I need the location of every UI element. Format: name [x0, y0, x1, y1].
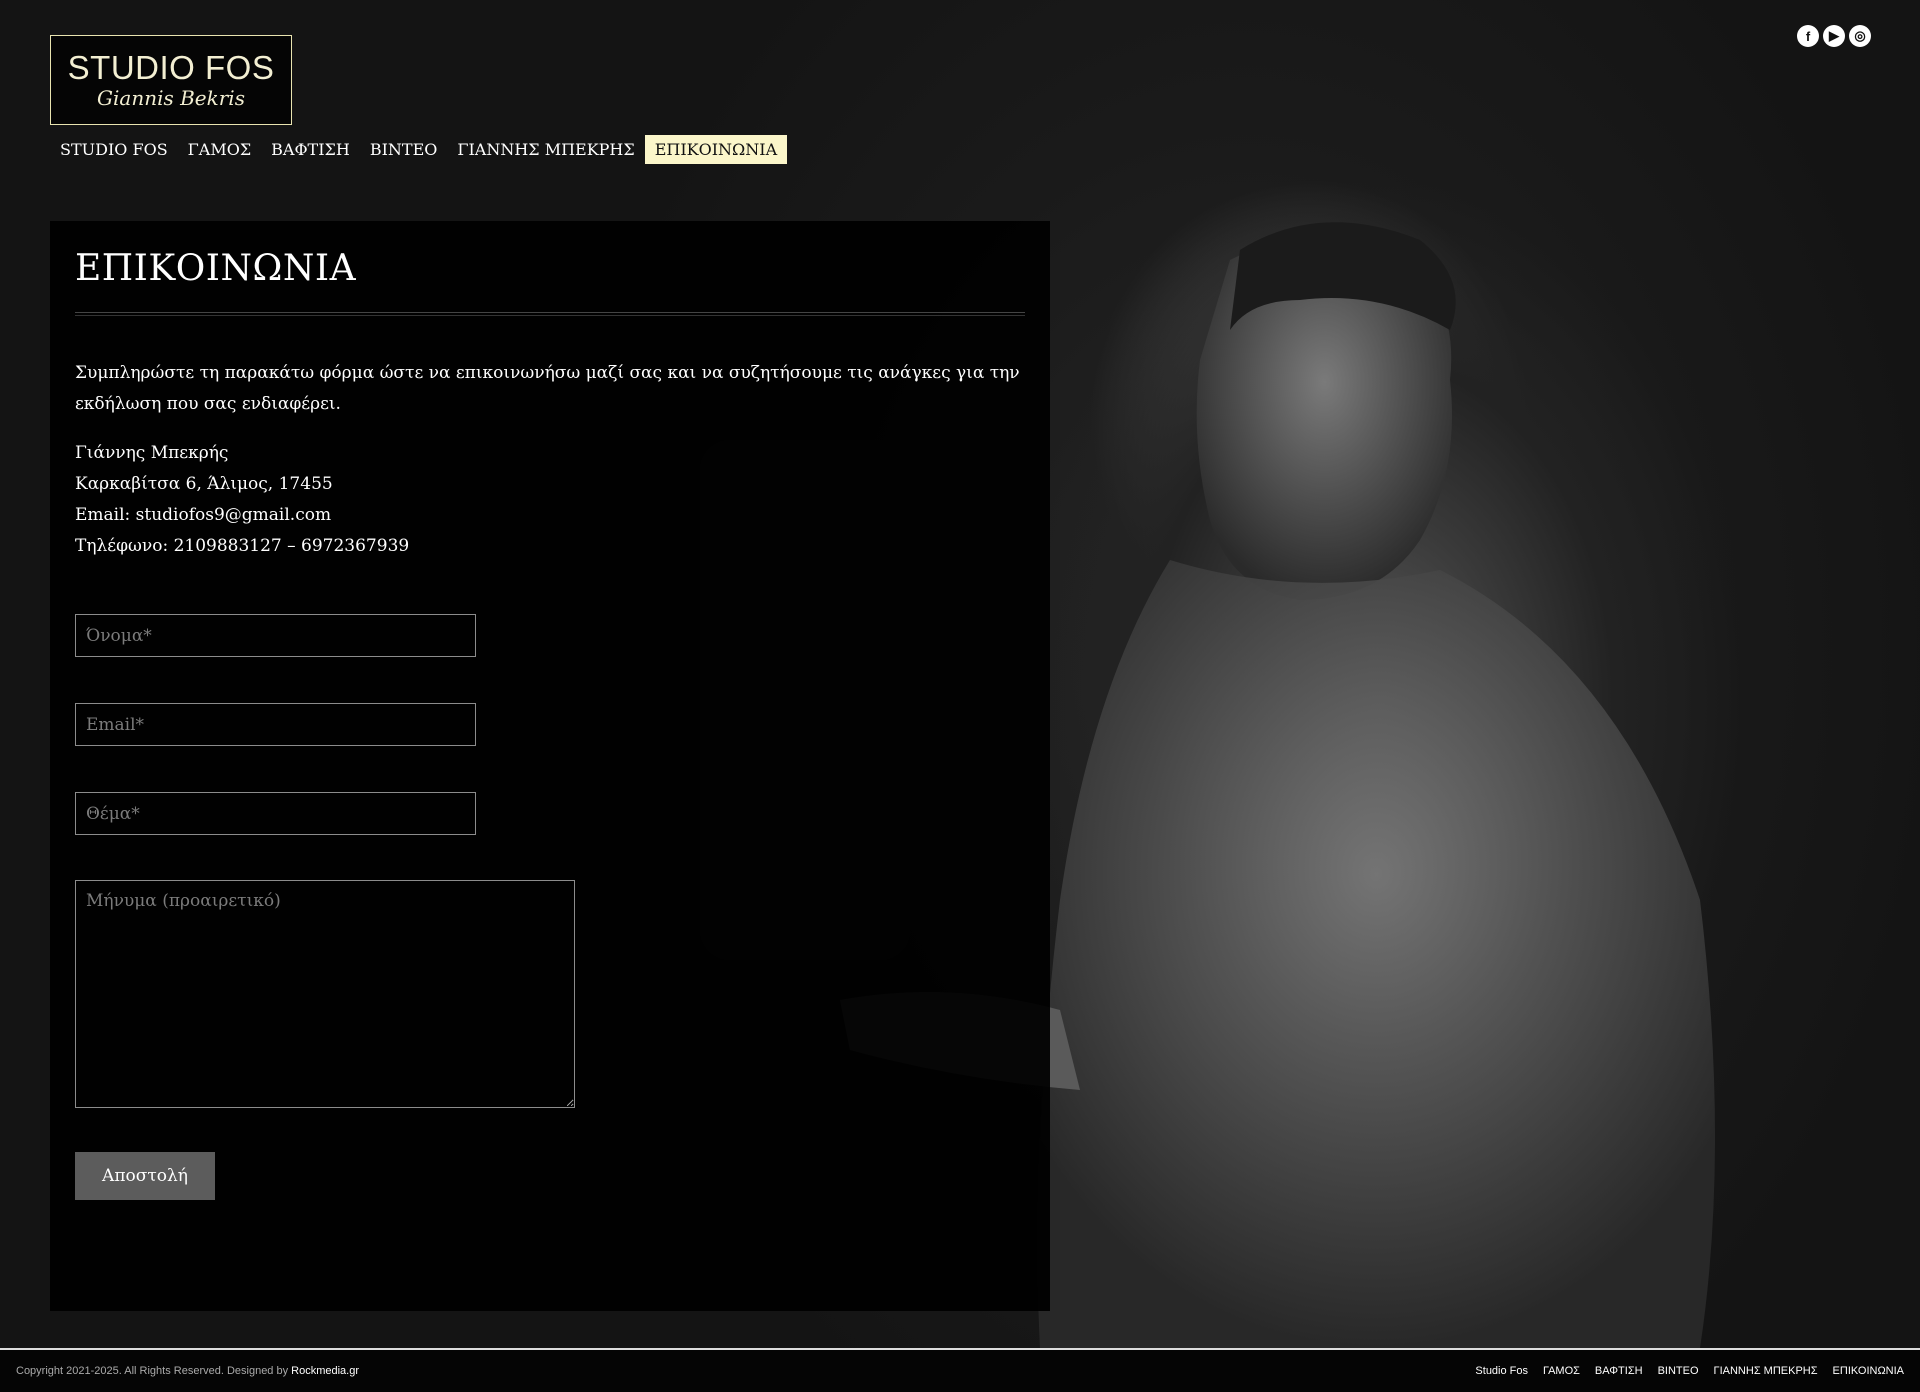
intro-text: Συμπληρώστε τη παρακάτω φόρμα ώστε να επ… — [75, 363, 1020, 414]
nav-item-video[interactable]: ΒΙΝΤΕΟ — [360, 135, 448, 164]
footer-nav-video[interactable]: ΒΙΝΤΕΟ — [1658, 1365, 1699, 1377]
contact-details: Γιάννης Μπεκρής Καρκαβίτσα 6, Άλιμος, 17… — [75, 438, 1025, 562]
contact-name: Γιάννης Μπεκρής — [75, 443, 229, 463]
facebook-icon[interactable]: f — [1797, 25, 1819, 47]
footer-nav-studio-fos[interactable]: Studio Fos — [1475, 1365, 1528, 1377]
page-title: ΕΠΙΚΟΙΝΩΝΙΑ — [75, 248, 357, 289]
nav-item-studio-fos[interactable]: STUDIO FOS — [50, 135, 178, 164]
name-input[interactable] — [75, 614, 476, 657]
nav-item-vaftisi[interactable]: ΒΑΦΤΙΣΗ — [261, 135, 360, 164]
footer-nav-gamos[interactable]: ΓΑΜΟΣ — [1543, 1365, 1580, 1377]
footer-copyright: Copyright 2021-2025. All Rights Reserved… — [16, 1365, 359, 1377]
logo-title: STUDIO FOS — [67, 49, 275, 86]
footer-nav-giannis[interactable]: ΓΙΑΝΝΗΣ ΜΠΕΚΡΗΣ — [1714, 1365, 1818, 1377]
footer-nav-contact[interactable]: ΕΠΙΚΟΙΝΩΝΙΑ — [1833, 1365, 1904, 1377]
instagram-icon[interactable]: ◎ — [1849, 25, 1871, 47]
subject-input[interactable] — [75, 792, 476, 835]
site-logo[interactable]: STUDIO FOS Giannis Bekris — [50, 35, 292, 125]
main-nav: STUDIO FOS ΓΑΜΟΣ ΒΑΦΤΙΣΗ ΒΙΝΤΕΟ ΓΙΑΝΝΗΣ … — [50, 135, 788, 164]
copyright-text: Copyright 2021-2025. All Rights Reserved… — [16, 1365, 292, 1377]
designer-link[interactable]: Rockmedia.gr — [291, 1365, 359, 1377]
contact-form: Αποστολή — [75, 614, 1025, 1200]
youtube-icon[interactable]: ▶ — [1823, 25, 1845, 47]
site-footer: Copyright 2021-2025. All Rights Reserved… — [0, 1348, 1920, 1392]
footer-nav-vaftisi[interactable]: ΒΑΦΤΙΣΗ — [1595, 1365, 1643, 1377]
footer-nav: Studio Fos ΓΑΜΟΣ ΒΑΦΤΙΣΗ ΒΙΝΤΕΟ ΓΙΑΝΝΗΣ … — [1475, 1365, 1904, 1377]
title-divider — [75, 312, 1025, 316]
nav-item-contact[interactable]: ΕΠΙΚΟΙΝΩΝΙΑ — [644, 135, 788, 164]
nav-item-giannis[interactable]: ΓΙΑΝΝΗΣ ΜΠΕΚΡΗΣ — [447, 135, 644, 164]
message-textarea[interactable] — [75, 880, 575, 1108]
contact-phone: Τηλέφωνο: 2109883127 – 6972367939 — [75, 536, 410, 556]
contact-panel: ΕΠΙΚΟΙΝΩΝΙΑ Συμπληρώστε τη παρακάτω φόρμ… — [50, 221, 1050, 1311]
contact-email: Email: studiofos9@gmail.com — [75, 505, 332, 525]
email-input[interactable] — [75, 703, 476, 746]
nav-item-gamos[interactable]: ΓΑΜΟΣ — [178, 135, 261, 164]
contact-address: Καρκαβίτσα 6, Άλιμος, 17455 — [75, 474, 333, 494]
social-links: f ▶ ◎ — [1797, 25, 1871, 47]
send-button[interactable]: Αποστολή — [75, 1152, 215, 1200]
logo-subtitle: Giannis Bekris — [97, 86, 245, 110]
